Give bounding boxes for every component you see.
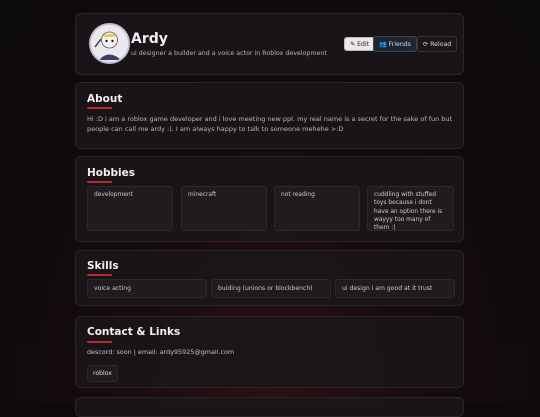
hobbies-underline: [87, 181, 112, 183]
skills-title: Skills: [87, 260, 119, 272]
edit-button[interactable]: ✎ Edit: [344, 37, 376, 51]
skill-card: ui design i am good at it trust: [335, 279, 455, 298]
about-section: About Hi :D i am a roblox game developer…: [75, 82, 464, 149]
skills-section: Skills voice acting buiding (unions or b…: [75, 250, 464, 306]
skills-underline: [87, 274, 112, 276]
edit-button-label: ✎ Edit: [350, 41, 370, 48]
contact-section: Contact & Links descord: soon | email: a…: [75, 316, 464, 388]
hobbies-section: Hobbies development minecraft not readin…: [75, 156, 464, 242]
contact-text: descord: soon | email: ardy95925@gmail.c…: [87, 348, 235, 356]
hobby-card: cuddling with stuffed toys because i don…: [367, 186, 454, 231]
about-text: Hi :D i am a roblox game developer and i…: [87, 115, 453, 133]
roblox-link[interactable]: roblox: [87, 365, 118, 382]
about-underline: [87, 107, 112, 109]
avatar: [89, 23, 130, 64]
hobbies-title: Hobbies: [87, 167, 136, 179]
hobby-card: development: [87, 186, 173, 231]
reload-button[interactable]: ⟳ Reload: [417, 36, 458, 52]
friends-button-label: 👥 Friends: [379, 41, 411, 48]
hobby-card: not reading: [274, 186, 360, 231]
next-section-card: [75, 397, 464, 417]
profile-name: Ardy: [131, 31, 168, 47]
skill-card: buiding (unions or blockbench): [211, 279, 331, 298]
friends-button[interactable]: 👥 Friends: [373, 36, 417, 52]
profile-page: { "profile": { "name": "Ardy", "bio": "u…: [0, 0, 540, 417]
hobby-card: minecraft: [181, 186, 267, 231]
profile-header: Ardy ui designer a builder and a voice a…: [75, 13, 464, 75]
profile-bio: ui designer a builder and a voice actor …: [131, 50, 327, 57]
about-title: About: [87, 93, 123, 105]
reload-button-label: ⟳ Reload: [423, 41, 452, 48]
contact-underline: [87, 341, 112, 343]
skill-card: voice acting: [87, 279, 207, 298]
contact-title: Contact & Links: [87, 326, 181, 338]
